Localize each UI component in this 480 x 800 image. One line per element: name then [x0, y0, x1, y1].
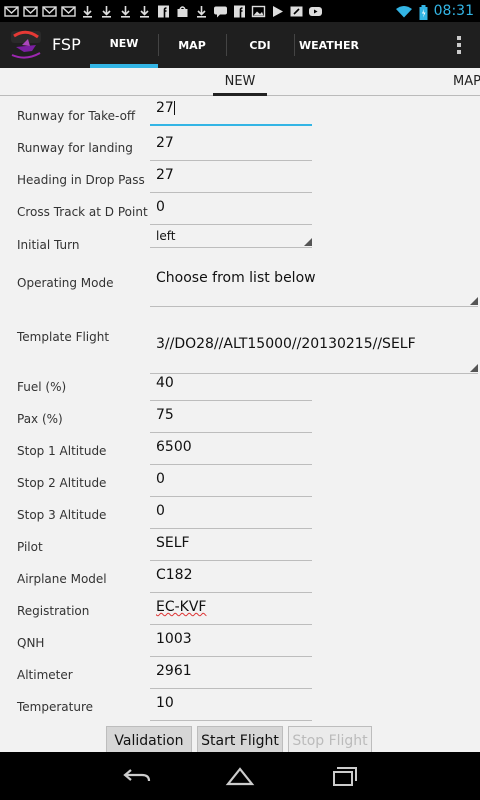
altimeter-label: Altimeter: [17, 668, 73, 682]
stop2-altitude-field[interactable]: 0: [150, 467, 312, 497]
tab-map[interactable]: MAP: [158, 22, 226, 68]
wrench-icon: [289, 5, 304, 18]
stop3-altitude-field[interactable]: 0: [150, 499, 312, 529]
notification-icons: [4, 3, 323, 19]
registration-value: EC-KVF: [156, 599, 207, 615]
operating-mode-label: Operating Mode: [17, 276, 114, 290]
fuel-label: Fuel (%): [17, 380, 67, 394]
clock: 08:31: [433, 3, 474, 19]
temperature-field[interactable]: 10: [150, 691, 312, 721]
airplane-model-field[interactable]: C182: [150, 563, 312, 593]
tab-new[interactable]: NEW: [90, 22, 158, 68]
status-bar: 08:31: [0, 0, 480, 22]
action-bar: FSP NEW MAP CDI WEATHER: [0, 22, 480, 68]
initial-turn-label: Initial Turn: [17, 238, 80, 252]
download-icon: [99, 5, 114, 18]
overflow-menu-icon[interactable]: [456, 36, 462, 54]
pax-label: Pax (%): [17, 412, 63, 426]
qnh-field[interactable]: 1003: [150, 627, 312, 657]
fuel-field[interactable]: 40: [150, 371, 312, 401]
cross-track-field[interactable]: 0: [150, 195, 312, 225]
facebook-icon: [156, 5, 171, 18]
download-icon: [137, 5, 152, 18]
dropdown-corner-icon: [470, 364, 478, 372]
stop1-altitude-field[interactable]: 6500: [150, 435, 312, 465]
initial-turn-value: left: [156, 229, 176, 243]
heading-drop-pass-field[interactable]: 27: [150, 163, 312, 193]
bag-icon: [175, 5, 190, 18]
runway-landing-label: Runway for landing: [17, 141, 133, 155]
facebook-icon: [232, 5, 247, 18]
stop1-altitude-label: Stop 1 Altitude: [17, 444, 107, 458]
status-right: 08:31: [395, 2, 474, 20]
gmail-icon: [42, 5, 57, 18]
cross-track-label: Cross Track at D Point: [17, 205, 148, 219]
altimeter-field[interactable]: 2961: [150, 659, 312, 689]
registration-label: Registration: [17, 604, 90, 618]
operating-mode-value: Choose from list below: [156, 270, 316, 286]
pax-field[interactable]: 75: [150, 403, 312, 433]
text-cursor: [173, 101, 175, 115]
tab-cdi[interactable]: CDI: [226, 22, 294, 68]
qnh-label: QNH: [17, 636, 45, 650]
gmail-icon: [61, 5, 76, 18]
runway-takeoff-label: Runway for Take-off: [17, 109, 136, 123]
template-flight-value: 3//DO28//ALT15000//20130215//SELF: [156, 336, 416, 352]
talk-icon: [213, 5, 228, 18]
youtube-icon: [308, 5, 323, 18]
strip-tab-map[interactable]: MAP: [453, 74, 480, 89]
heading-drop-pass-label: Heading in Drop Pass: [17, 173, 145, 187]
runway-takeoff-value: 27: [156, 100, 174, 116]
back-icon[interactable]: [122, 764, 152, 788]
template-flight-spinner[interactable]: 3//DO28//ALT15000//20130215//SELF: [150, 324, 478, 374]
tab-weather[interactable]: WEATHER: [294, 22, 364, 68]
gmail-icon: [4, 5, 19, 18]
download-icon: [194, 5, 209, 18]
registration-field[interactable]: EC-KVF: [150, 595, 312, 625]
tab-strip: NEW MAP: [0, 68, 480, 96]
play-icon: [270, 5, 285, 18]
pilot-label: Pilot: [17, 540, 43, 554]
pilot-field[interactable]: SELF: [150, 531, 312, 561]
action-buttons: Validation Start Flight Stop Flight: [0, 726, 480, 756]
initial-turn-spinner[interactable]: left: [150, 226, 312, 248]
airplane-model-label: Airplane Model: [17, 572, 107, 586]
flight-form: Runway for Take-off 27 Runway for landin…: [0, 96, 480, 752]
battery-icon: [419, 4, 428, 20]
system-nav-bar: [0, 752, 480, 800]
runway-takeoff-field[interactable]: 27: [150, 96, 312, 126]
gmail-icon: [23, 5, 38, 18]
app-logo[interactable]: [8, 27, 44, 63]
app-title: FSP: [52, 35, 81, 54]
stop3-altitude-label: Stop 3 Altitude: [17, 508, 107, 522]
runway-landing-field[interactable]: 27: [150, 131, 312, 161]
recent-apps-icon[interactable]: [328, 764, 358, 788]
download-icon: [80, 5, 95, 18]
wifi-icon: [395, 5, 413, 18]
home-icon[interactable]: [225, 764, 255, 788]
dropdown-corner-icon: [304, 238, 312, 246]
strip-tab-new[interactable]: NEW: [213, 74, 267, 96]
download-icon: [118, 5, 133, 18]
dropdown-corner-icon: [470, 297, 478, 305]
temperature-label: Temperature: [17, 700, 94, 714]
stop2-altitude-label: Stop 2 Altitude: [17, 476, 107, 490]
operating-mode-spinner[interactable]: Choose from list below: [150, 267, 478, 307]
template-flight-label: Template Flight: [17, 330, 110, 344]
image-icon: [251, 5, 266, 18]
